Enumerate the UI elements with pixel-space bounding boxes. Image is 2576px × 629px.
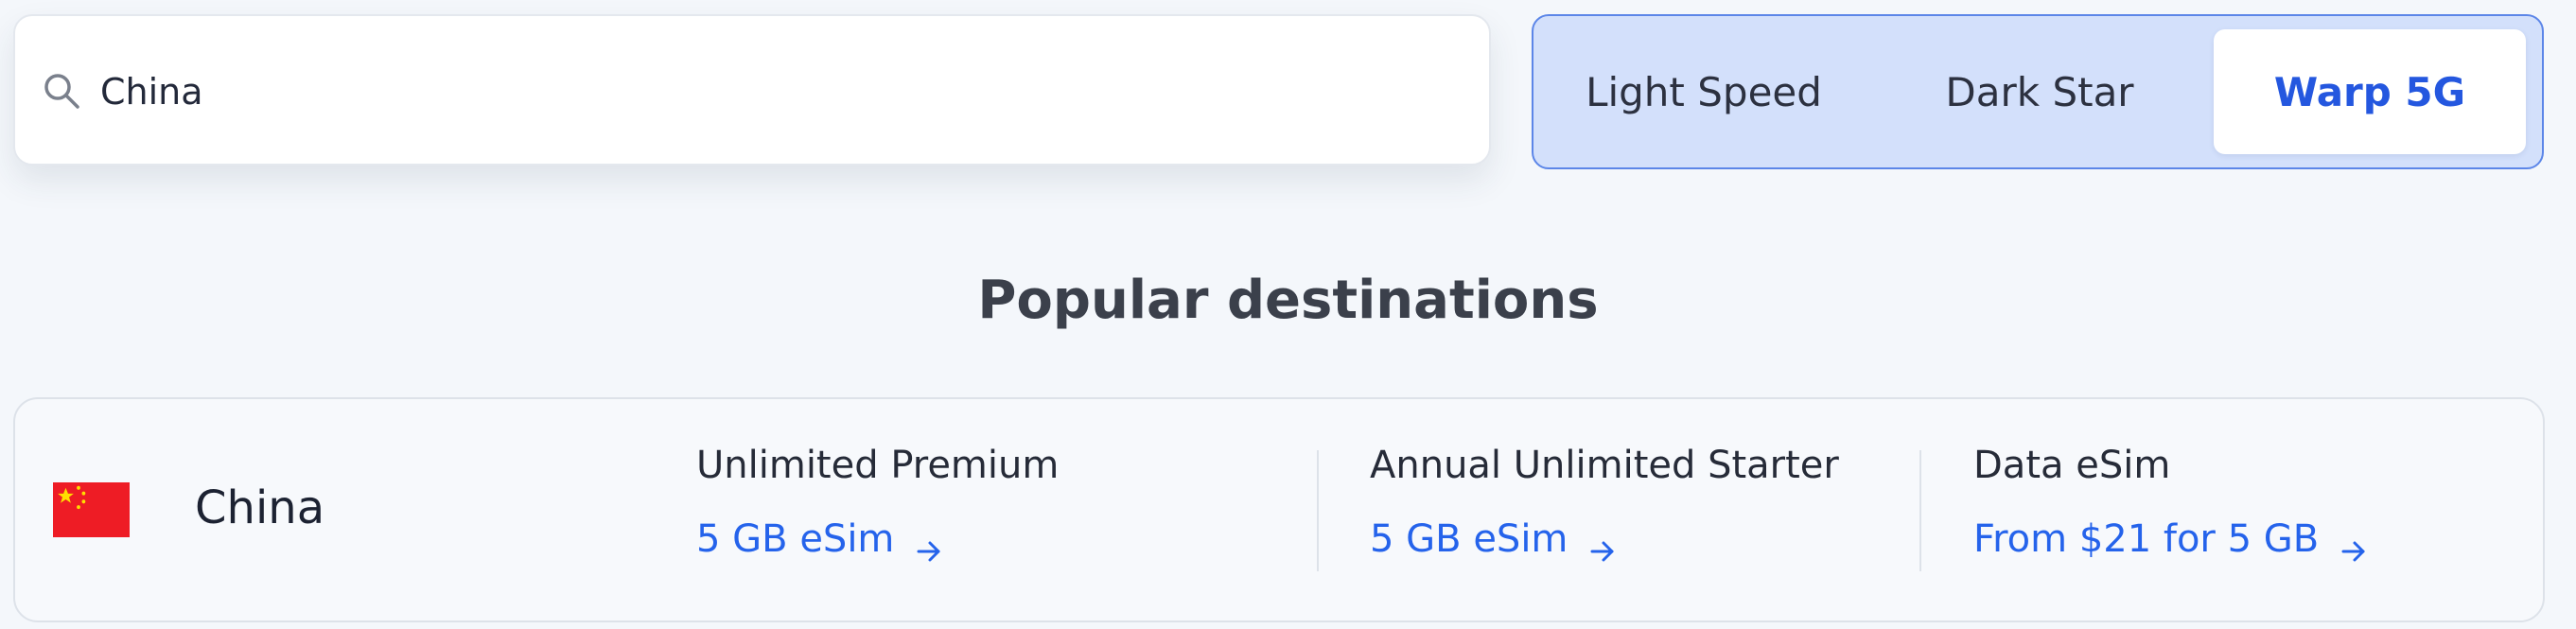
tab-dark-star[interactable]: Dark Star xyxy=(1884,29,2196,154)
search-box[interactable] xyxy=(13,14,1491,166)
arrow-right-icon xyxy=(1588,525,1617,562)
plan-link-label: From $21 for 5 GB xyxy=(1973,517,2320,561)
network-switch: Light Speed Dark Star Warp 5G xyxy=(1532,14,2544,169)
tab-warp-5g[interactable]: Warp 5G xyxy=(2214,29,2526,154)
search-icon xyxy=(42,71,81,111)
section-title: Popular destinations xyxy=(977,270,1599,331)
country-name: China xyxy=(195,481,325,534)
plan-link-label: 5 GB eSim xyxy=(1370,517,1568,561)
divider xyxy=(1317,450,1319,571)
arrow-right-icon xyxy=(2339,525,2368,562)
china-flag-icon xyxy=(53,482,130,537)
plan-data-esim: Data eSim From $21 for 5 GB xyxy=(1973,437,2522,588)
plan-link[interactable]: From $21 for 5 GB xyxy=(1973,511,2368,568)
plan-annual-unlimited-starter: Annual Unlimited Starter 5 GB eSim xyxy=(1370,437,1919,588)
tab-light-speed[interactable]: Light Speed xyxy=(1562,29,1846,154)
plan-link[interactable]: 5 GB eSim xyxy=(696,511,943,568)
destination-card[interactable]: China Unlimited Premium 5 GB eSim Annual… xyxy=(13,397,2545,622)
plan-unlimited-premium: Unlimited Premium 5 GB eSim xyxy=(696,437,1302,588)
plan-name: Data eSim xyxy=(1973,444,2171,487)
plan-name: Unlimited Premium xyxy=(696,444,1060,487)
plan-link-label: 5 GB eSim xyxy=(696,517,895,561)
plan-link[interactable]: 5 GB eSim xyxy=(1370,511,1617,568)
plan-name: Annual Unlimited Starter xyxy=(1370,444,1839,487)
divider xyxy=(1919,450,1921,571)
arrow-right-icon xyxy=(915,525,943,562)
search-input[interactable] xyxy=(100,54,1463,130)
